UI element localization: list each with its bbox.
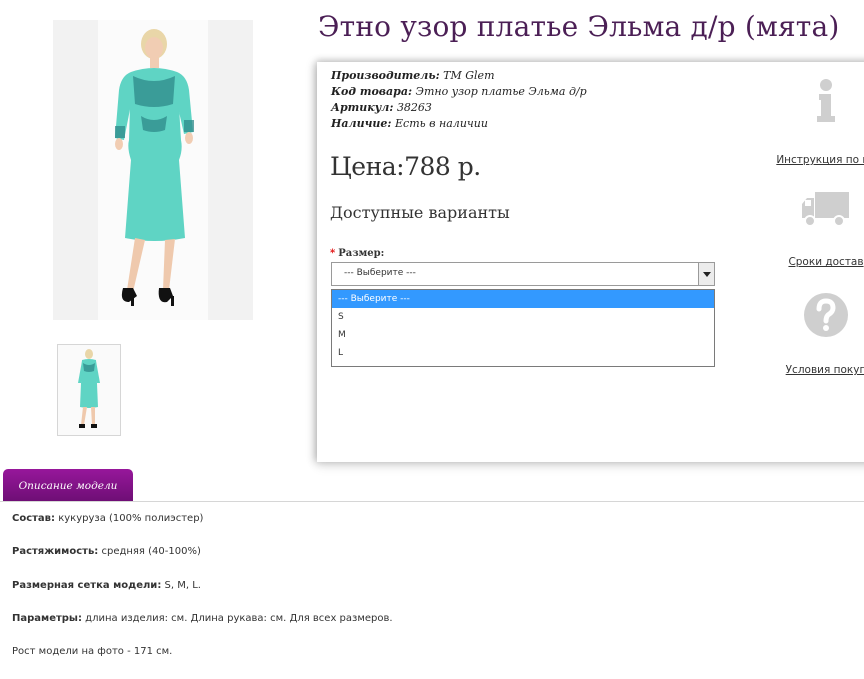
stretch-label: Растяжимость: xyxy=(12,546,99,558)
model-height-row: Рост модели на фото - 171 см. xyxy=(12,646,173,658)
size-option[interactable]: --- Выберите --- xyxy=(332,290,714,308)
stretch-row: Растяжимость: средняя (40-100%) xyxy=(12,546,393,579)
composition-value: кукуруза (100% полиэстер) xyxy=(58,513,204,524)
thumbnail-illustration xyxy=(58,345,120,435)
product-title: Этно узор платье Эльма д/р (мята) xyxy=(318,10,840,43)
sizes-label: Размерная сетка модели: xyxy=(12,579,162,591)
code-label: Код товара: xyxy=(331,85,413,98)
product-thumbnail[interactable] xyxy=(57,344,121,436)
manufacturer-value[interactable]: TM Glem xyxy=(443,69,494,82)
code-value: Этно узор платье Эльма д/р xyxy=(415,85,587,98)
tab-description[interactable]: Описание модели xyxy=(3,469,133,502)
size-label-text: Размер: xyxy=(338,248,385,259)
info-icon xyxy=(817,79,835,122)
params-label: Параметры: xyxy=(12,612,82,624)
sizes-value: S, M, L. xyxy=(164,579,201,591)
product-price: Цена:788 р. xyxy=(330,152,481,181)
sizes-row: Размерная сетка модели: S, M, L. xyxy=(12,580,393,613)
size-select-value: --- Выберите --- xyxy=(344,268,416,278)
stock-label: Наличие: xyxy=(331,117,392,130)
stretch-value: средняя (40-100%) xyxy=(101,546,201,558)
sku-row: Артикул: 38263 xyxy=(331,100,587,116)
size-option[interactable]: S xyxy=(332,308,714,326)
instruction-link[interactable]: Инструкция по по xyxy=(771,154,864,166)
instruction-block: Инструкция по по xyxy=(771,78,864,166)
question-icon xyxy=(804,293,848,337)
manufacturer-label: Производитель: xyxy=(331,69,440,82)
delivery-truck-icon xyxy=(802,192,849,227)
composition-row: Состав: кукуруза (100% полиэстер) xyxy=(12,513,393,546)
params-row: Параметры: длина изделия: см. Длина рука… xyxy=(12,613,393,646)
stock-row: Наличие: Есть в наличии xyxy=(331,116,587,132)
sku-label: Артикул: xyxy=(331,101,394,114)
code-row: Код товара: Этно узор платье Эльма д/р xyxy=(331,84,587,100)
sku-value: 38263 xyxy=(396,101,432,114)
size-option[interactable]: M xyxy=(332,326,714,344)
size-option[interactable]: L xyxy=(332,344,714,362)
stock-value: Есть в наличии xyxy=(395,117,488,130)
tab-divider xyxy=(0,501,864,502)
product-info-panel: Производитель: TM Glem Код товара: Этно … xyxy=(317,62,864,462)
product-description: Состав: кукуруза (100% полиэстер) Растяж… xyxy=(12,513,393,679)
product-main-image[interactable] xyxy=(53,20,253,320)
params-value: длина изделия: см. Длина рукава: см. Для… xyxy=(85,612,393,624)
variants-heading: Доступные варианты xyxy=(330,203,510,222)
required-mark: * xyxy=(330,248,336,259)
purchase-block: Условия покуп xyxy=(771,292,864,376)
delivery-link[interactable]: Сроки достав xyxy=(771,256,864,268)
purchase-link[interactable]: Условия покуп xyxy=(771,364,864,376)
chevron-down-icon[interactable] xyxy=(698,263,714,285)
composition-label: Состав: xyxy=(12,513,56,524)
size-select[interactable]: --- Выберите --- xyxy=(331,262,715,286)
product-meta: Производитель: TM Glem Код товара: Этно … xyxy=(331,68,587,132)
model-dress-illustration xyxy=(53,20,253,320)
manufacturer-row: Производитель: TM Glem xyxy=(331,68,587,84)
delivery-block: Сроки достав xyxy=(771,190,864,268)
size-dropdown-list: --- Выберите --- S M L xyxy=(331,289,715,367)
size-label: * Размер: xyxy=(330,248,384,259)
